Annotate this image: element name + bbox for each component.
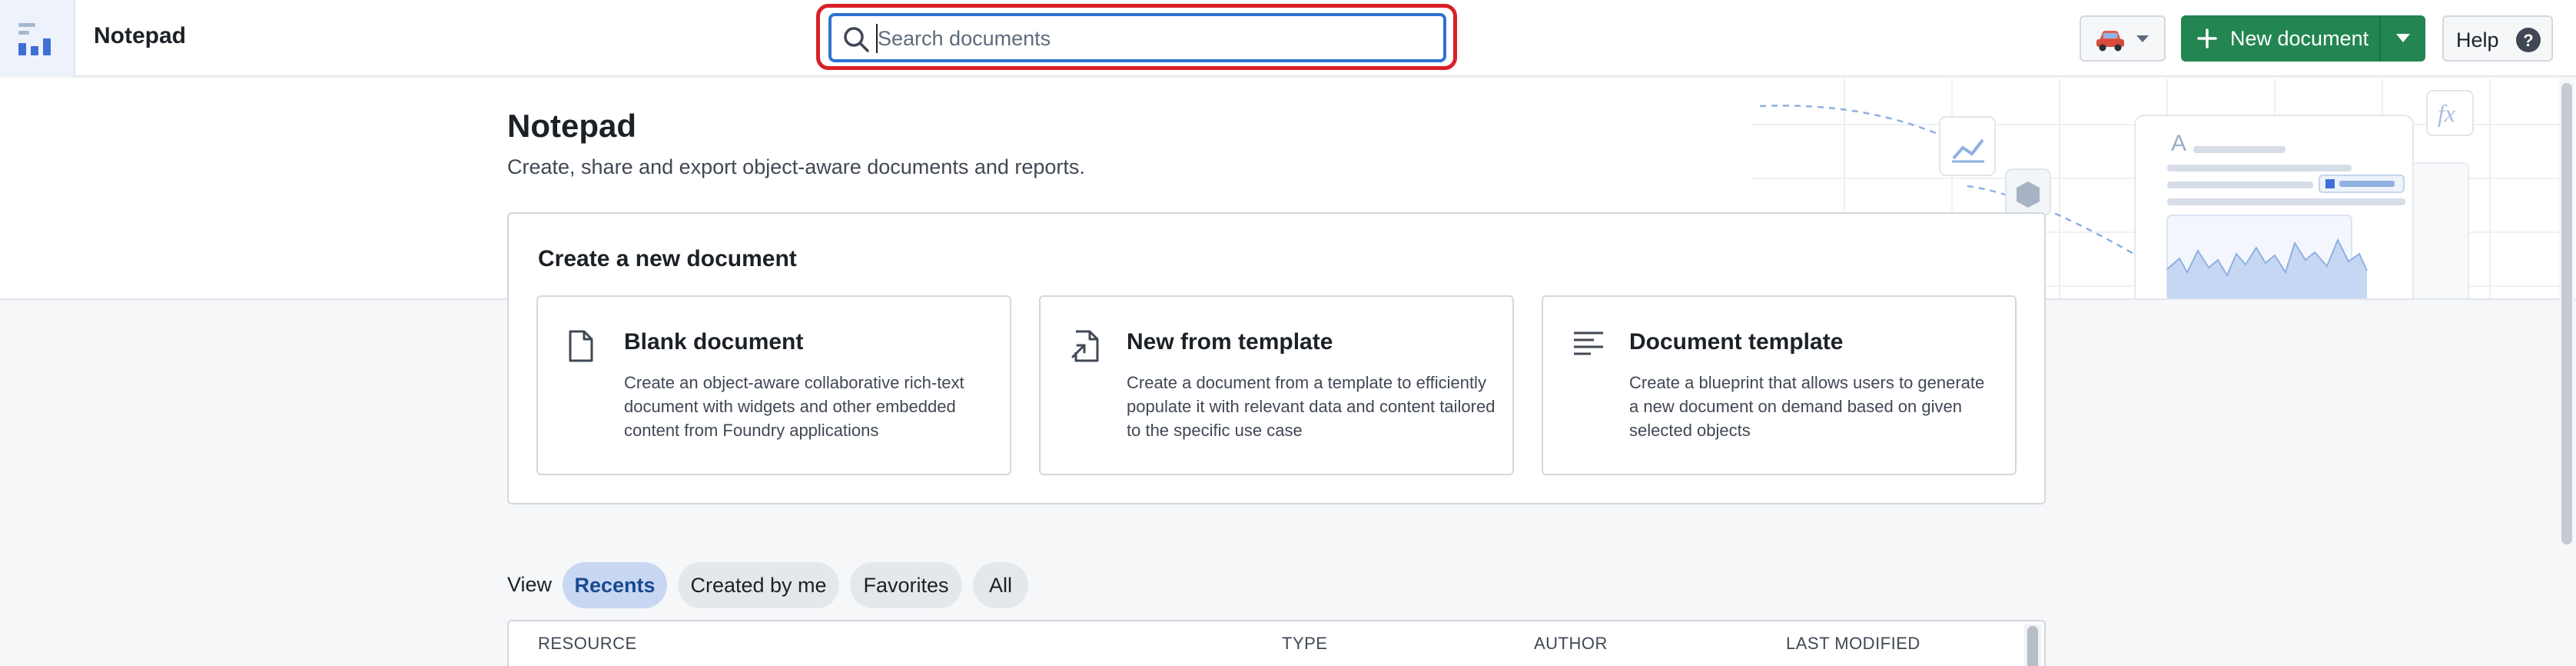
new-document-button-group: New document: [2181, 15, 2425, 62]
svg-text:?: ?: [2523, 31, 2533, 50]
option-description: Create a document from a template to eff…: [1127, 373, 1495, 440]
new-document-button[interactable]: New document: [2181, 15, 2379, 62]
page-scrollbar-thumb[interactable]: [2561, 83, 2572, 544]
document-template-option[interactable]: Document template Create a blueprint tha…: [1542, 295, 2017, 475]
svg-text:A: A: [2171, 131, 2186, 156]
view-label: View: [507, 573, 553, 596]
text-lines-icon: [1574, 331, 1603, 355]
filter-recents[interactable]: Recents: [563, 562, 667, 608]
svg-text:fx: fx: [2438, 99, 2455, 127]
chevron-down-icon: [2136, 35, 2149, 42]
page-title: Notepad: [507, 108, 636, 144]
page-subtitle: Create, share and export object-aware do…: [507, 155, 1085, 178]
car-avatar-icon: [2096, 31, 2124, 52]
option-title: Blank document: [624, 329, 804, 355]
create-document-card: Create a new document Blank document Cre…: [507, 212, 2046, 504]
app-title: Notepad: [94, 23, 186, 48]
blank-document-icon: [569, 330, 593, 362]
new-document-dropdown-button[interactable]: [2379, 15, 2425, 62]
new-from-template-option[interactable]: New from template Create a document from…: [1039, 295, 1514, 475]
table-scrollbar-thumb[interactable]: [2027, 626, 2038, 666]
documents-table: RESOURCE TYPE AUTHOR LAST MODIFIED: [507, 620, 2046, 666]
column-header-type[interactable]: TYPE: [1282, 634, 1327, 654]
search-input[interactable]: [878, 22, 1431, 55]
notepad-app-icon: [18, 23, 51, 55]
blank-document-option[interactable]: Blank document Create an object-aware co…: [536, 295, 1011, 475]
column-header-resource[interactable]: RESOURCE: [538, 634, 637, 654]
filter-all[interactable]: All: [973, 562, 1028, 608]
app-root: Notepad Search documents New document He…: [0, 0, 2576, 666]
help-icon: ?: [2516, 28, 2541, 52]
option-title: Document template: [1629, 329, 1844, 355]
plus-icon: [2197, 28, 2217, 48]
help-label: Help: [2456, 28, 2499, 52]
filter-created-by-me[interactable]: Created by me: [678, 562, 839, 608]
option-description: Create a blueprint that allows users to …: [1629, 373, 1985, 440]
help-button[interactable]: Help ?: [2442, 15, 2553, 62]
column-header-last-modified[interactable]: LAST MODIFIED: [1786, 634, 1920, 654]
filter-favorites[interactable]: Favorites: [850, 562, 962, 608]
template-document-icon: [1071, 330, 1099, 362]
column-header-author[interactable]: AUTHOR: [1534, 634, 1608, 654]
search-box[interactable]: [828, 13, 1446, 62]
user-menu-button[interactable]: [2080, 15, 2166, 62]
create-heading: Create a new document: [538, 246, 797, 271]
top-bar: Notepad Search documents New document He…: [0, 0, 2576, 77]
option-title: New from template: [1127, 329, 1333, 355]
new-document-label: New document: [2230, 27, 2369, 50]
app-logo[interactable]: [0, 0, 75, 77]
search-icon: [844, 27, 869, 52]
option-description: Create an object-aware collaborative ric…: [624, 373, 964, 440]
caret-down-icon: [2396, 34, 2410, 42]
